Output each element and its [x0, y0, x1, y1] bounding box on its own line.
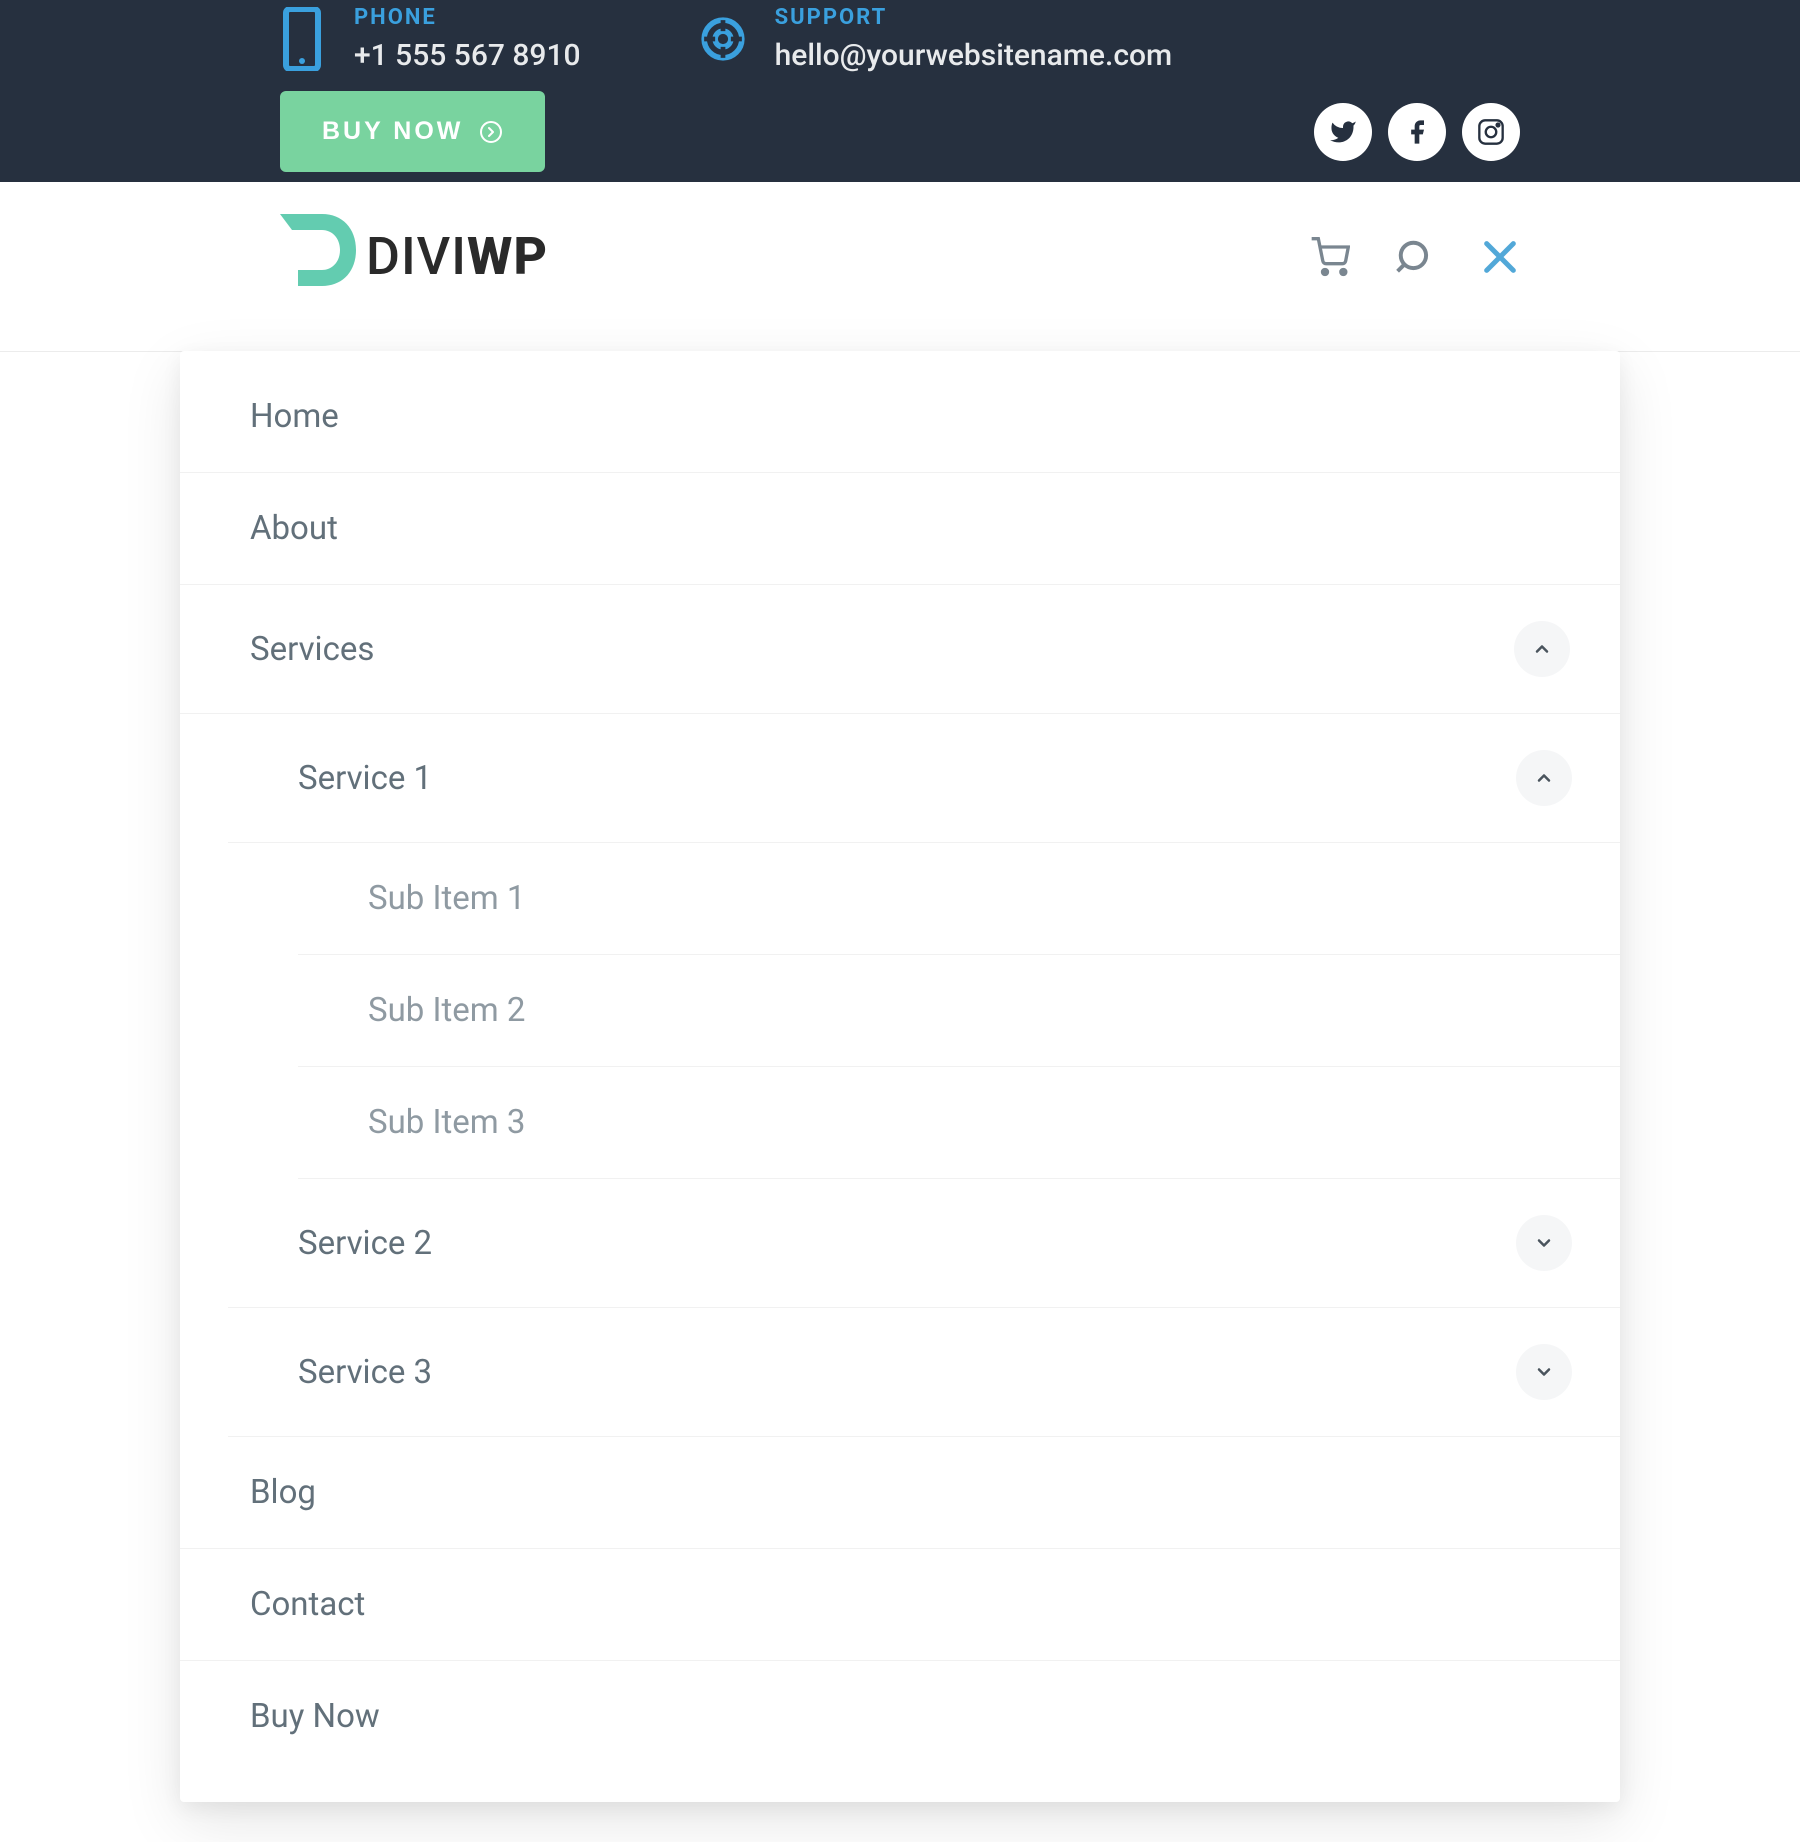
arrow-circle-icon — [479, 120, 503, 144]
phone-value[interactable]: +1 555 567 8910 — [354, 38, 581, 73]
chevron-up-icon[interactable] — [1514, 621, 1570, 677]
social-links — [1314, 103, 1520, 161]
instagram-icon[interactable] — [1462, 103, 1520, 161]
submenu-item-service3[interactable]: Service 3 — [228, 1308, 1620, 1437]
logo-text-divi: DIVI — [366, 226, 467, 287]
menu-item-label: Home — [250, 397, 339, 436]
phone-label: PHONE — [354, 5, 581, 30]
twitter-icon[interactable] — [1314, 103, 1372, 161]
menu-item-label: Service 1 — [298, 759, 432, 798]
menu-item-about[interactable]: About — [180, 473, 1620, 585]
mobile-menu-dropdown: Home About Services Service 1 Sub Item 1 — [180, 351, 1620, 1802]
menu-item-label: Contact — [250, 1585, 365, 1624]
logo[interactable]: DIVIWP — [280, 214, 548, 299]
logo-mark-icon — [280, 214, 358, 299]
buy-now-button[interactable]: BUY NOW — [280, 91, 545, 172]
menu-item-label: Services — [250, 630, 374, 669]
menu-item-label: Sub Item 1 — [368, 879, 525, 918]
cart-icon[interactable] — [1310, 237, 1350, 277]
phone-block: PHONE +1 555 567 8910 — [280, 5, 581, 73]
chevron-down-icon[interactable] — [1516, 1215, 1572, 1271]
topbar: PHONE +1 555 567 8910 SUPPORT — [0, 0, 1800, 182]
menu-item-contact[interactable]: Contact — [180, 1549, 1620, 1661]
submenu-item-service1[interactable]: Service 1 — [228, 714, 1620, 843]
menu-item-label: Sub Item 2 — [368, 991, 525, 1030]
support-label: SUPPORT — [775, 5, 1173, 30]
menu-item-label: About — [250, 509, 338, 548]
support-value[interactable]: hello@yourwebsitename.com — [775, 38, 1173, 73]
chevron-up-icon[interactable] — [1516, 750, 1572, 806]
close-icon[interactable] — [1480, 237, 1520, 277]
menu-item-services[interactable]: Services — [180, 585, 1620, 714]
chevron-down-icon[interactable] — [1516, 1344, 1572, 1400]
submenu-item-service2[interactable]: Service 2 — [228, 1179, 1620, 1308]
menu-item-home[interactable]: Home — [180, 361, 1620, 473]
subsubmenu-item-1[interactable]: Sub Item 1 — [298, 843, 1620, 955]
phone-icon — [280, 6, 324, 72]
facebook-icon[interactable] — [1388, 103, 1446, 161]
menu-item-label: Buy Now — [250, 1697, 380, 1736]
menu-item-label: Service 2 — [298, 1224, 432, 1263]
menu-item-label: Blog — [250, 1473, 316, 1512]
subsubmenu-item-2[interactable]: Sub Item 2 — [298, 955, 1620, 1067]
menu-item-label: Service 3 — [298, 1353, 432, 1392]
search-icon[interactable] — [1396, 238, 1434, 276]
menu-item-blog[interactable]: Blog — [180, 1437, 1620, 1549]
menu-item-label: Sub Item 3 — [368, 1103, 525, 1142]
buy-now-label: BUY NOW — [322, 117, 463, 146]
menu-item-buynow[interactable]: Buy Now — [180, 1661, 1620, 1772]
support-icon — [701, 6, 745, 72]
support-block: SUPPORT hello@yourwebsitename.com — [701, 5, 1173, 73]
logo-text-wp: WP — [467, 226, 548, 287]
navbar: DIVIWP — [0, 182, 1800, 352]
subsubmenu-item-3[interactable]: Sub Item 3 — [298, 1067, 1620, 1179]
